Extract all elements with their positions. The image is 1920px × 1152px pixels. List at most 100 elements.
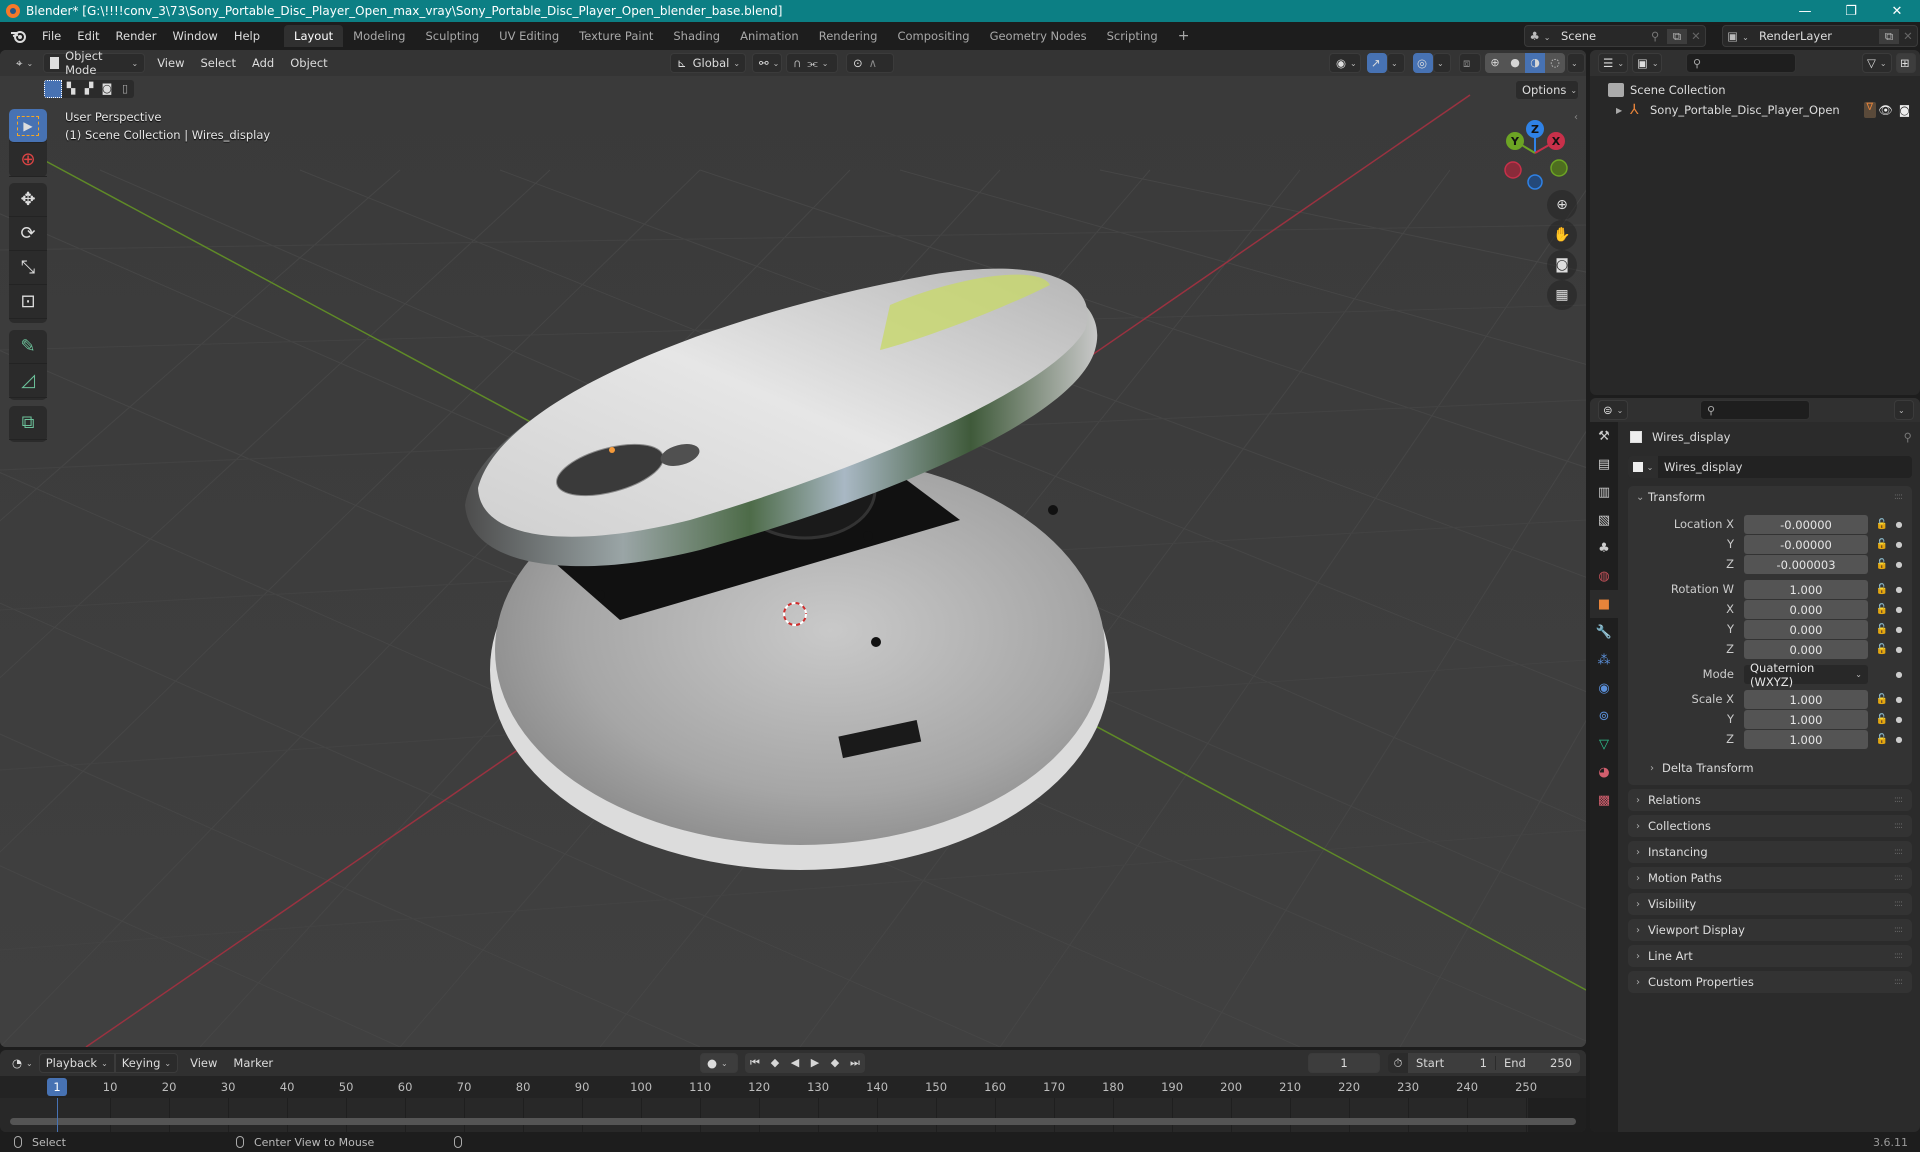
scale-y-field[interactable]: 1.000 [1744,710,1868,729]
maximize-button[interactable]: ❐ [1828,0,1874,22]
drag-handle-icon[interactable]: :::: [1894,977,1903,987]
cursor-tool[interactable]: ⊕ [9,143,47,177]
keyframe-dot-icon[interactable]: ● [1892,735,1906,744]
timeline-editor-type[interactable]: ◔ ⌄ [10,1053,35,1073]
timeline-menu-marker[interactable]: Marker [225,1056,281,1070]
material-preview-shading-icon[interactable]: ◑ [1525,53,1545,73]
playhead-line[interactable] [57,1098,58,1132]
lock-icon[interactable]: 🔓 [1872,734,1892,745]
data-tab[interactable]: ▽ [1590,730,1618,758]
add-workspace-button[interactable]: + [1168,24,1200,48]
lock-icon[interactable]: 🔓 [1872,559,1892,570]
menu-render[interactable]: Render [108,29,165,43]
tab-modeling[interactable]: Modeling [343,25,415,47]
location-x-field[interactable]: -0.00000 [1744,515,1868,534]
sidebar-toggle-icon[interactable]: ‹ [1574,112,1578,123]
pin-icon[interactable]: ⚲ [1904,430,1912,444]
annotate-tool[interactable]: ✎ [9,330,47,364]
new-view-layer-icon[interactable]: ⧉ [1879,28,1899,44]
drag-handle-icon[interactable]: :::: [1894,873,1903,883]
delete-scene-icon[interactable]: ✕ [1687,29,1705,43]
lock-icon[interactable]: 🔓 [1872,539,1892,550]
lock-icon[interactable]: 🔓 [1872,604,1892,615]
jump-start-icon[interactable]: ⏮ [745,1053,765,1073]
keyframe-dot-icon[interactable]: ● [1892,695,1906,704]
lock-icon[interactable]: 🔓 [1872,694,1892,705]
location-y-field[interactable]: -0.00000 [1744,535,1868,554]
object-name-field[interactable]: ⌄ Wires_display [1628,456,1912,478]
xray-toggle[interactable]: ⧈ [1459,53,1481,73]
zoom-view-button[interactable]: ⊕ [1547,190,1577,220]
gizmo-toggle[interactable]: ↗ [1367,53,1387,73]
tool-tab[interactable]: ⚒ [1590,422,1618,450]
lock-icon[interactable]: 🔓 [1872,624,1892,635]
properties-options-dropdown[interactable]: ⌄ [1894,400,1914,420]
editor-type-button[interactable]: ⌖ ⌄ [10,53,39,73]
select-subtract-icon[interactable]: ▞ [80,80,98,98]
instancing-panel[interactable]: › Instancing:::: [1628,841,1912,863]
tab-texture-paint[interactable]: Texture Paint [569,25,663,47]
play-icon[interactable]: ▶ [805,1053,825,1073]
gizmo-dropdown[interactable]: ⌄ [1387,53,1405,73]
pin-icon[interactable]: ⚲ [1651,29,1667,43]
keyframe-dot-icon[interactable]: ● [1892,645,1906,654]
end-frame-field[interactable]: End 250 [1496,1056,1580,1070]
next-keyframe-icon[interactable]: ◆ [825,1053,845,1073]
select-intersect-icon[interactable]: ▯ [116,80,134,98]
rendered-shading-icon[interactable]: ◌ [1545,53,1565,73]
overlays-toggle[interactable]: ◎ [1413,53,1433,73]
camera-view-button[interactable]: ◙ [1547,250,1577,280]
pivot-dropdown[interactable]: ⚯ ⌄ [752,53,782,73]
custom-properties-panel[interactable]: › Custom Properties:::: [1628,971,1912,993]
outliner-scene-collection[interactable]: Scene Collection [1590,80,1920,100]
outliner-item[interactable]: ▶ ⅄ Sony_Portable_Disc_Player_Open ∇ 👁 ◙ [1590,100,1920,120]
tab-geometry-nodes[interactable]: Geometry Nodes [980,25,1097,47]
material-tab[interactable]: ◕ [1590,758,1618,786]
timeline-menu-view[interactable]: View [182,1056,225,1070]
play-reverse-icon[interactable]: ◀ [785,1053,805,1073]
pan-view-button[interactable]: ✋ [1547,220,1577,250]
physics-tab[interactable]: ◉ [1590,674,1618,702]
eye-icon[interactable]: 👁 [1878,103,1893,117]
stopwatch-icon[interactable]: ⏱ [1388,1053,1408,1073]
motion-paths-panel[interactable]: › Motion Paths:::: [1628,867,1912,889]
drag-handle-icon[interactable]: :::: [1894,951,1903,961]
new-collection-button[interactable]: ⊞ [1896,53,1916,73]
overlays-dropdown[interactable]: ⌄ [1433,53,1451,73]
keyframe-dot-icon[interactable]: ● [1892,715,1906,724]
menu-edit[interactable]: Edit [69,29,107,43]
delta-transform-subpanel[interactable]: › Delta Transform [1628,757,1912,779]
viewport-display-panel[interactable]: › Viewport Display:::: [1628,919,1912,941]
viewport-menu-add[interactable]: Add [244,56,282,70]
blender-menu-icon[interactable] [10,29,28,43]
menu-file[interactable]: File [34,29,69,43]
modifiers-tab[interactable]: 🔧 [1590,618,1618,646]
tab-uv-editing[interactable]: UV Editing [489,25,569,47]
view-layer-tab[interactable]: ▧ [1590,506,1618,534]
tab-scripting[interactable]: Scripting [1097,25,1168,47]
jump-end-icon[interactable]: ⏭ [845,1053,865,1073]
drag-handle-icon[interactable]: :::: [1894,847,1903,857]
view-layer-selector[interactable]: ▣ ⌄ RenderLayer ⧉ ✕ [1722,25,1918,47]
auto-keying-toggle[interactable]: ● ⌄ [700,1053,738,1073]
outliner-search-input[interactable]: ⚲ [1686,53,1796,73]
texture-tab[interactable]: ▩ [1590,786,1618,814]
particles-tab[interactable]: ⁂ [1590,646,1618,674]
visibility-panel[interactable]: › Visibility:::: [1628,893,1912,915]
prev-keyframe-icon[interactable]: ◆ [765,1053,785,1073]
rotation-x-field[interactable]: 0.000 [1744,600,1868,619]
drag-handle-icon[interactable]: :::: [1894,795,1903,805]
transform-tool[interactable]: ⊡ [9,285,47,319]
start-frame-field[interactable]: Start 1 [1408,1056,1496,1070]
select-new-icon[interactable] [44,80,62,98]
viewport-menu-object[interactable]: Object [282,56,335,70]
collections-panel[interactable]: › Collections:::: [1628,815,1912,837]
drag-handle-icon[interactable]: :::: [1894,899,1903,909]
keyframe-dot-icon[interactable]: ● [1892,605,1906,614]
playhead-frame-label[interactable]: 1 [47,1078,67,1096]
wireframe-shading-icon[interactable]: ⊕ [1485,53,1505,73]
gizmo-neg-y-axis[interactable] [1550,159,1568,177]
timeline-track[interactable] [0,1098,1586,1132]
measure-tool[interactable]: ◿ [9,364,47,398]
rotation-y-field[interactable]: 0.000 [1744,620,1868,639]
